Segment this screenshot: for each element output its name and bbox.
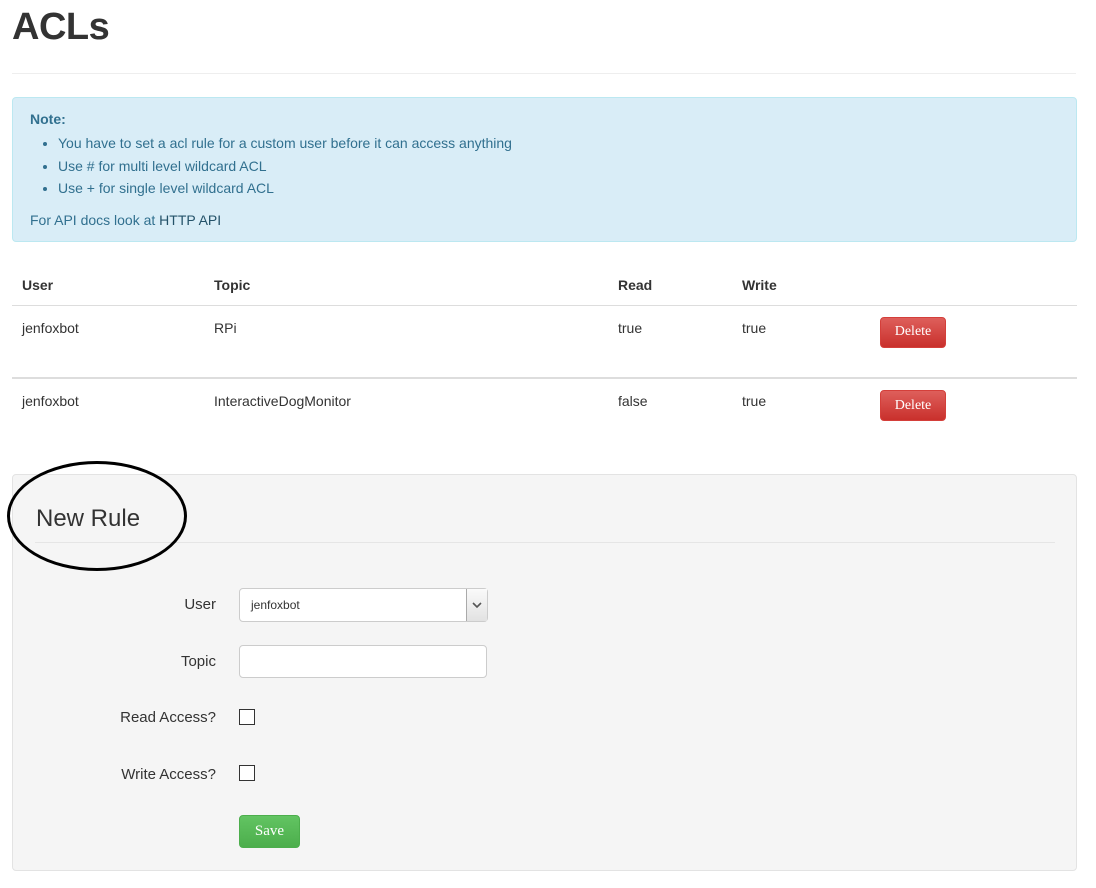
highlight-ellipse-annotation bbox=[7, 461, 187, 571]
cell-topic: InteractiveDogMonitor bbox=[204, 377, 608, 451]
api-docs-line: For API docs look at HTTP API bbox=[30, 212, 1059, 228]
cell-user: jenfoxbot bbox=[22, 319, 79, 336]
note-title: Note: bbox=[30, 111, 66, 127]
cell-user: jenfoxbot bbox=[12, 377, 204, 451]
column-header-read: Read bbox=[608, 266, 732, 306]
cell-read: false bbox=[608, 377, 732, 451]
page-title: ACLs bbox=[12, 6, 110, 48]
cell-read: true bbox=[618, 319, 643, 336]
panel-divider bbox=[35, 542, 1055, 543]
column-header-topic: Topic bbox=[204, 266, 608, 306]
save-button[interactable]: Save bbox=[239, 815, 300, 848]
note-list: You have to set a acl rule for a custom … bbox=[30, 132, 1059, 200]
user-select-value: jenfoxbot bbox=[251, 598, 300, 612]
cell-actions: Delete bbox=[870, 377, 1077, 451]
http-api-link[interactable]: HTTP API bbox=[159, 212, 221, 228]
user-label: User bbox=[184, 596, 216, 613]
column-header-actions bbox=[870, 266, 1077, 306]
read-access-label: Read Access? bbox=[120, 709, 216, 726]
table-header-row: User Topic Read Write bbox=[12, 266, 1077, 306]
delete-button[interactable]: Delete bbox=[880, 316, 946, 348]
read-access-checkbox[interactable] bbox=[239, 709, 255, 725]
note-item: Use + for single level wildcard ACL bbox=[58, 177, 1059, 200]
topic-input[interactable] bbox=[239, 645, 487, 678]
column-header-user: User bbox=[12, 266, 204, 306]
acl-table: User Topic Read Write jenfoxbot RPi true… bbox=[12, 266, 1077, 451]
user-select[interactable]: jenfoxbot bbox=[239, 588, 488, 622]
column-header-write: Write bbox=[732, 266, 870, 306]
write-access-checkbox[interactable] bbox=[239, 765, 255, 781]
cell-topic: RPi bbox=[214, 319, 237, 336]
note-item: You have to set a acl rule for a custom … bbox=[58, 132, 1059, 155]
note-item: Use # for multi level wildcard ACL bbox=[58, 155, 1059, 178]
api-docs-text: For API docs look at bbox=[30, 211, 160, 228]
cell-actions: Delete bbox=[870, 305, 1077, 378]
cell-write: true bbox=[742, 319, 767, 336]
table-row: jenfoxbot InteractiveDogMonitor false tr… bbox=[12, 377, 1077, 451]
topic-label: Topic bbox=[180, 653, 216, 670]
delete-button[interactable]: Delete bbox=[880, 390, 946, 421]
cell-write: true bbox=[732, 377, 870, 451]
title-divider bbox=[12, 73, 1076, 74]
table-row: jenfoxbot RPi true true Delete bbox=[12, 305, 1077, 378]
write-access-label: Write Access? bbox=[121, 766, 216, 783]
note-alert: Note: You have to set a acl rule for a c… bbox=[12, 97, 1077, 242]
chevron-down-icon[interactable] bbox=[466, 589, 487, 621]
